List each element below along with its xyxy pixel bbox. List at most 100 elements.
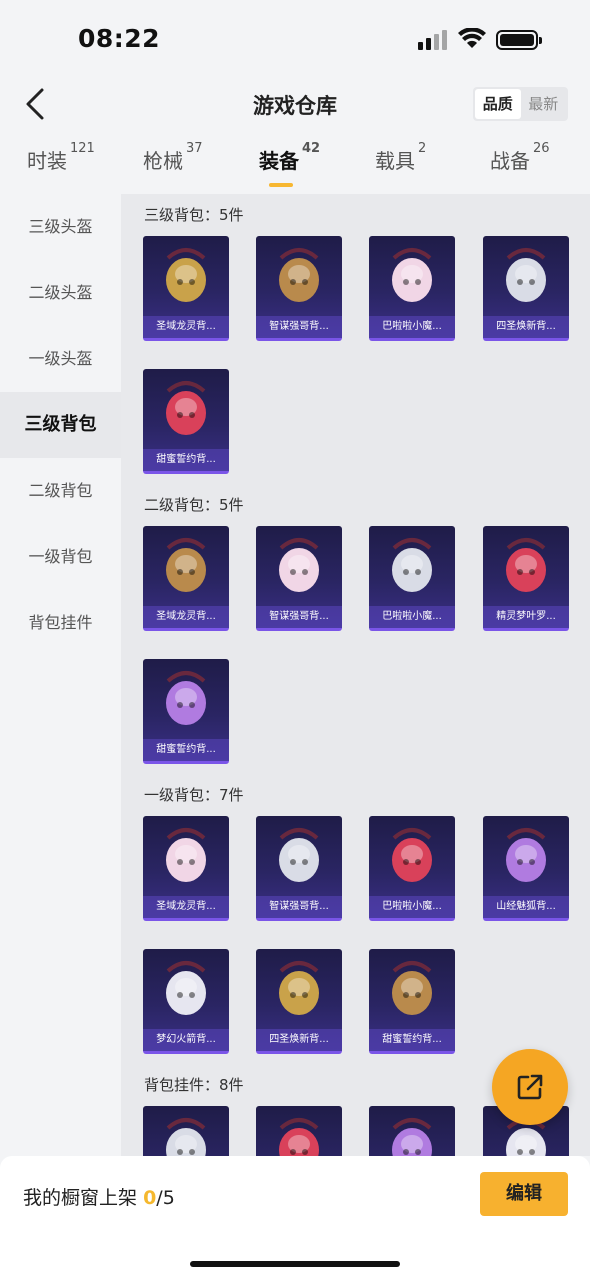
- sort-toggle: 品质 最新: [473, 87, 568, 121]
- item-card[interactable]: [256, 1106, 342, 1156]
- item-image: [143, 526, 229, 606]
- item-card[interactable]: 甜蜜誓约背...: [369, 949, 455, 1054]
- section-title: 二级背包：5件: [144, 496, 244, 514]
- tab-count: 42: [302, 141, 321, 156]
- item-image: [483, 526, 569, 606]
- sidebar-item-helmet-1[interactable]: 一级头盔: [0, 326, 121, 392]
- tab-equipment[interactable]: 装备42: [259, 141, 320, 187]
- item-image: [369, 949, 455, 1029]
- item-image: [256, 1106, 342, 1156]
- tab-vehicles[interactable]: 载具2: [375, 141, 426, 174]
- sort-quality-button[interactable]: 品质: [475, 89, 521, 119]
- item-card[interactable]: 智谋强哥背...: [256, 526, 342, 631]
- item-card[interactable]: 圣域龙灵背...: [143, 526, 229, 631]
- item-card[interactable]: [143, 1106, 229, 1156]
- share-icon: [517, 1074, 543, 1100]
- item-image: [143, 1106, 229, 1156]
- item-image: [483, 236, 569, 316]
- item-image: [143, 949, 229, 1029]
- tab-active-indicator: [269, 183, 293, 187]
- item-image: [369, 236, 455, 316]
- item-image: [483, 816, 569, 896]
- item-name: 梦幻火箭背...: [143, 1029, 229, 1051]
- item-name: 智谋强哥背...: [256, 896, 342, 918]
- item-card[interactable]: 智谋强哥背...: [256, 816, 342, 921]
- item-grid: 三级背包：5件圣域龙灵背... 智谋强哥背... 巴啦啦小魔... 四圣焕新背... 甜…: [121, 194, 590, 1156]
- sidebar-item-helmet-2[interactable]: 二级头盔: [0, 260, 121, 326]
- status-bar: 08:22: [0, 0, 590, 80]
- item-name: 甜蜜誓约背...: [143, 449, 229, 471]
- tab-label: 战备: [490, 149, 530, 173]
- item-name: 山经魅狐背...: [483, 896, 569, 918]
- item-card[interactable]: 甜蜜誓约背...: [143, 659, 229, 764]
- sort-latest-button[interactable]: 最新: [521, 89, 567, 119]
- status-time: 08:22: [78, 24, 161, 53]
- item-image: [256, 526, 342, 606]
- item-name: 甜蜜誓约背...: [369, 1029, 455, 1051]
- item-image: [256, 949, 342, 1029]
- item-name: 巴啦啦小魔...: [369, 606, 455, 628]
- sidebar-item-helmet-3[interactable]: 三级头盔: [0, 194, 121, 260]
- home-indicator: [190, 1261, 400, 1267]
- edit-button[interactable]: 编辑: [480, 1172, 568, 1216]
- tab-count: 2: [418, 141, 427, 156]
- item-card[interactable]: 山经魅狐背...: [483, 816, 569, 921]
- category-tabs: 时装121 枪械37 装备42 载具2 战备26: [0, 141, 590, 195]
- item-card[interactable]: 梦幻火箭背...: [143, 949, 229, 1054]
- tab-label: 载具: [375, 149, 415, 173]
- item-name: 圣域龙灵背...: [143, 606, 229, 628]
- tab-label: 枪械: [143, 149, 183, 173]
- tab-fashion[interactable]: 时装121: [27, 141, 95, 174]
- item-card[interactable]: 四圣焕新背...: [483, 236, 569, 341]
- item-name: 巴啦啦小魔...: [369, 316, 455, 338]
- section-title: 一级背包：7件: [144, 786, 244, 804]
- item-name: 四圣焕新背...: [483, 316, 569, 338]
- item-card[interactable]: 圣域龙灵背...: [143, 816, 229, 921]
- shelf-total: /5: [156, 1187, 175, 1209]
- section-title: 三级背包：5件: [144, 206, 244, 224]
- tab-count: 26: [533, 141, 550, 156]
- signal-icon: [418, 30, 450, 50]
- sidebar-item-backpack-3[interactable]: 三级背包: [0, 392, 121, 458]
- tab-count: 121: [70, 141, 95, 156]
- item-name: 精灵梦叶罗...: [483, 606, 569, 628]
- wifi-icon: [458, 28, 486, 48]
- tab-count: 37: [186, 141, 203, 156]
- item-card[interactable]: 智谋强哥背...: [256, 236, 342, 341]
- item-image: [143, 816, 229, 896]
- sidebar: 三级头盔 二级头盔 一级头盔 三级背包 二级背包 一级背包 背包挂件: [0, 194, 121, 1156]
- item-card[interactable]: 巴啦啦小魔...: [369, 816, 455, 921]
- share-button[interactable]: [492, 1049, 568, 1125]
- item-image: [369, 816, 455, 896]
- item-image: [143, 659, 229, 739]
- shelf-label: 我的橱窗上架: [23, 1187, 138, 1209]
- tab-label: 时装: [27, 149, 67, 173]
- battery-icon: [496, 30, 542, 50]
- bottom-bar: 我的橱窗上架 0/5 编辑: [0, 1156, 590, 1280]
- item-image: [256, 236, 342, 316]
- tab-label: 装备: [259, 149, 299, 173]
- section-title: 背包挂件：8件: [144, 1076, 244, 1094]
- item-image: [369, 1106, 455, 1156]
- item-image: [256, 816, 342, 896]
- item-name: 圣域龙灵背...: [143, 896, 229, 918]
- item-name: 智谋强哥背...: [256, 606, 342, 628]
- item-card[interactable]: [369, 1106, 455, 1156]
- item-card[interactable]: 四圣焕新背...: [256, 949, 342, 1054]
- item-card[interactable]: 巴啦啦小魔...: [369, 526, 455, 631]
- sidebar-item-backpack-1[interactable]: 一级背包: [0, 524, 121, 590]
- item-image: [143, 236, 229, 316]
- item-card[interactable]: 甜蜜誓约背...: [143, 369, 229, 474]
- item-name: 智谋强哥背...: [256, 316, 342, 338]
- item-card[interactable]: 圣域龙灵背...: [143, 236, 229, 341]
- item-card[interactable]: 巴啦啦小魔...: [369, 236, 455, 341]
- tab-supplies[interactable]: 战备26: [490, 141, 550, 174]
- item-card[interactable]: 精灵梦叶罗...: [483, 526, 569, 631]
- item-name: 圣域龙灵背...: [143, 316, 229, 338]
- tab-weapons[interactable]: 枪械37: [143, 141, 203, 174]
- sidebar-item-pendant[interactable]: 背包挂件: [0, 590, 121, 656]
- item-image: [143, 369, 229, 449]
- item-name: 巴啦啦小魔...: [369, 896, 455, 918]
- header: 游戏仓库 品质 最新: [0, 80, 590, 128]
- sidebar-item-backpack-2[interactable]: 二级背包: [0, 458, 121, 524]
